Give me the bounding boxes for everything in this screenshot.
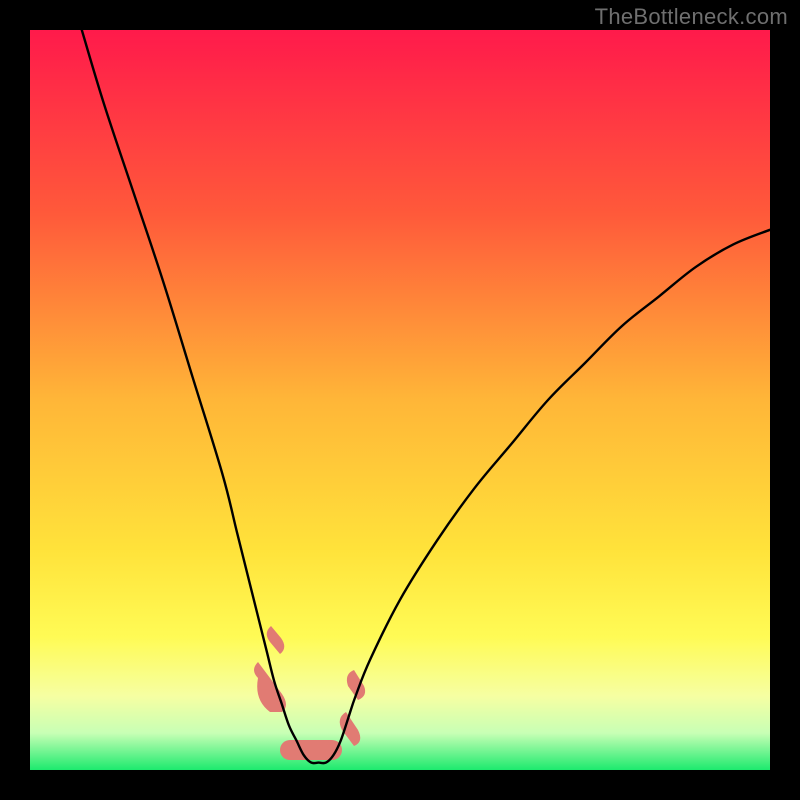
chart-svg bbox=[30, 30, 770, 770]
watermark-text: TheBottleneck.com bbox=[595, 4, 788, 30]
gradient-background bbox=[30, 30, 770, 770]
chart-plot-area bbox=[30, 30, 770, 770]
chart-stage: TheBottleneck.com bbox=[0, 0, 800, 800]
